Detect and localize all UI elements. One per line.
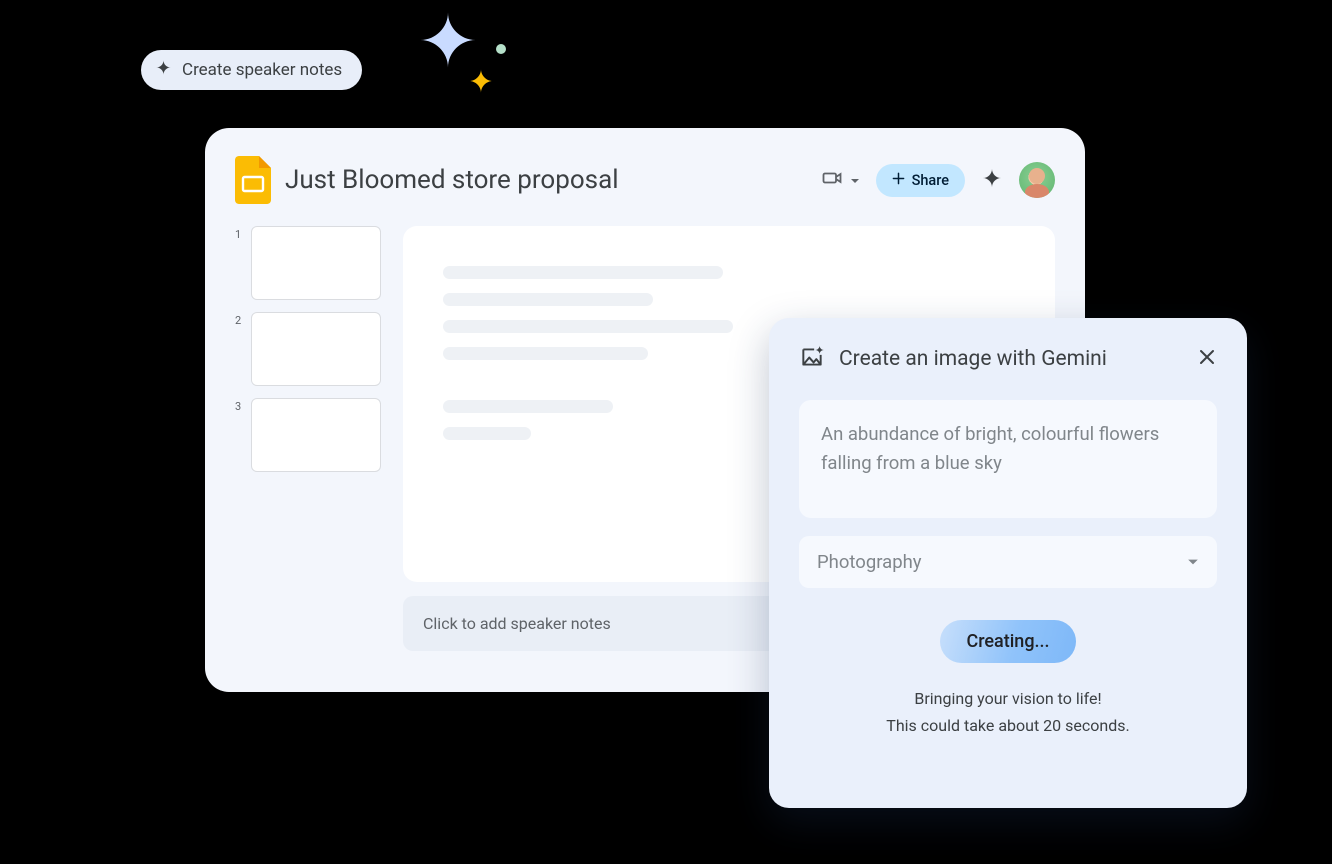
slide-number: 2: [235, 312, 243, 327]
sparkle-decoration-dot: [496, 44, 506, 54]
text-placeholder: [443, 293, 653, 306]
slide-thumb-row: 2: [235, 312, 385, 386]
status-text: Bringing your vision to life! This could…: [799, 685, 1217, 739]
gemini-panel-title: Create an image with Gemini: [839, 347, 1183, 371]
text-placeholder: [443, 320, 733, 333]
status-line-2: This could take about 20 seconds.: [799, 712, 1217, 739]
user-avatar[interactable]: [1019, 162, 1055, 198]
chip-label: Create speaker notes: [182, 60, 342, 80]
creating-button[interactable]: Creating...: [940, 620, 1075, 663]
speaker-notes-placeholder: Click to add speaker notes: [423, 614, 611, 633]
slide-thumbnail[interactable]: [251, 226, 381, 300]
text-placeholder: [443, 347, 648, 360]
slide-thumb-row: 3: [235, 398, 385, 472]
sparkle-icon: [981, 167, 1003, 193]
close-icon: [1197, 347, 1217, 371]
slides-logo-icon: [235, 156, 271, 204]
slide-number: 3: [235, 398, 243, 413]
gemini-button[interactable]: [981, 167, 1003, 193]
creating-label: Creating...: [966, 631, 1049, 652]
chevron-down-icon: [850, 171, 860, 190]
slide-thumbnail[interactable]: [251, 312, 381, 386]
create-speaker-notes-chip[interactable]: Create speaker notes: [141, 50, 362, 90]
image-prompt-input[interactable]: An abundance of bright, colourful flower…: [799, 400, 1217, 518]
text-placeholder: [443, 427, 531, 440]
gemini-create-image-panel: Create an image with Gemini An abundance…: [769, 318, 1247, 808]
gemini-panel-header: Create an image with Gemini: [799, 344, 1217, 374]
slide-number: 1: [235, 226, 243, 241]
prompt-text: An abundance of bright, colourful flower…: [821, 423, 1159, 474]
present-meet-button[interactable]: [821, 166, 860, 194]
sparkle-decoration-small: [468, 68, 494, 94]
text-placeholder: [443, 400, 613, 413]
slide-thumbnail[interactable]: [251, 398, 381, 472]
selected-style: Photography: [817, 551, 922, 573]
slide-thumb-row: 1: [235, 226, 385, 300]
sparkle-icon: [155, 59, 172, 81]
videocam-icon: [821, 166, 845, 194]
text-placeholder: [443, 266, 723, 279]
image-style-select[interactable]: Photography: [799, 536, 1217, 588]
create-image-icon: [799, 344, 825, 374]
plus-icon: [892, 172, 905, 189]
close-button[interactable]: [1197, 347, 1217, 371]
sparkle-decoration-large: [418, 10, 478, 70]
share-label: Share: [912, 172, 949, 189]
slides-header: Just Bloomed store proposal Share: [205, 128, 1085, 226]
chevron-down-icon: [1187, 551, 1199, 573]
document-title[interactable]: Just Bloomed store proposal: [285, 165, 807, 195]
header-actions: Share: [821, 162, 1055, 198]
status-line-1: Bringing your vision to life!: [799, 685, 1217, 712]
slide-thumbnails-panel: 1 2 3: [235, 226, 385, 651]
share-button[interactable]: Share: [876, 164, 965, 197]
